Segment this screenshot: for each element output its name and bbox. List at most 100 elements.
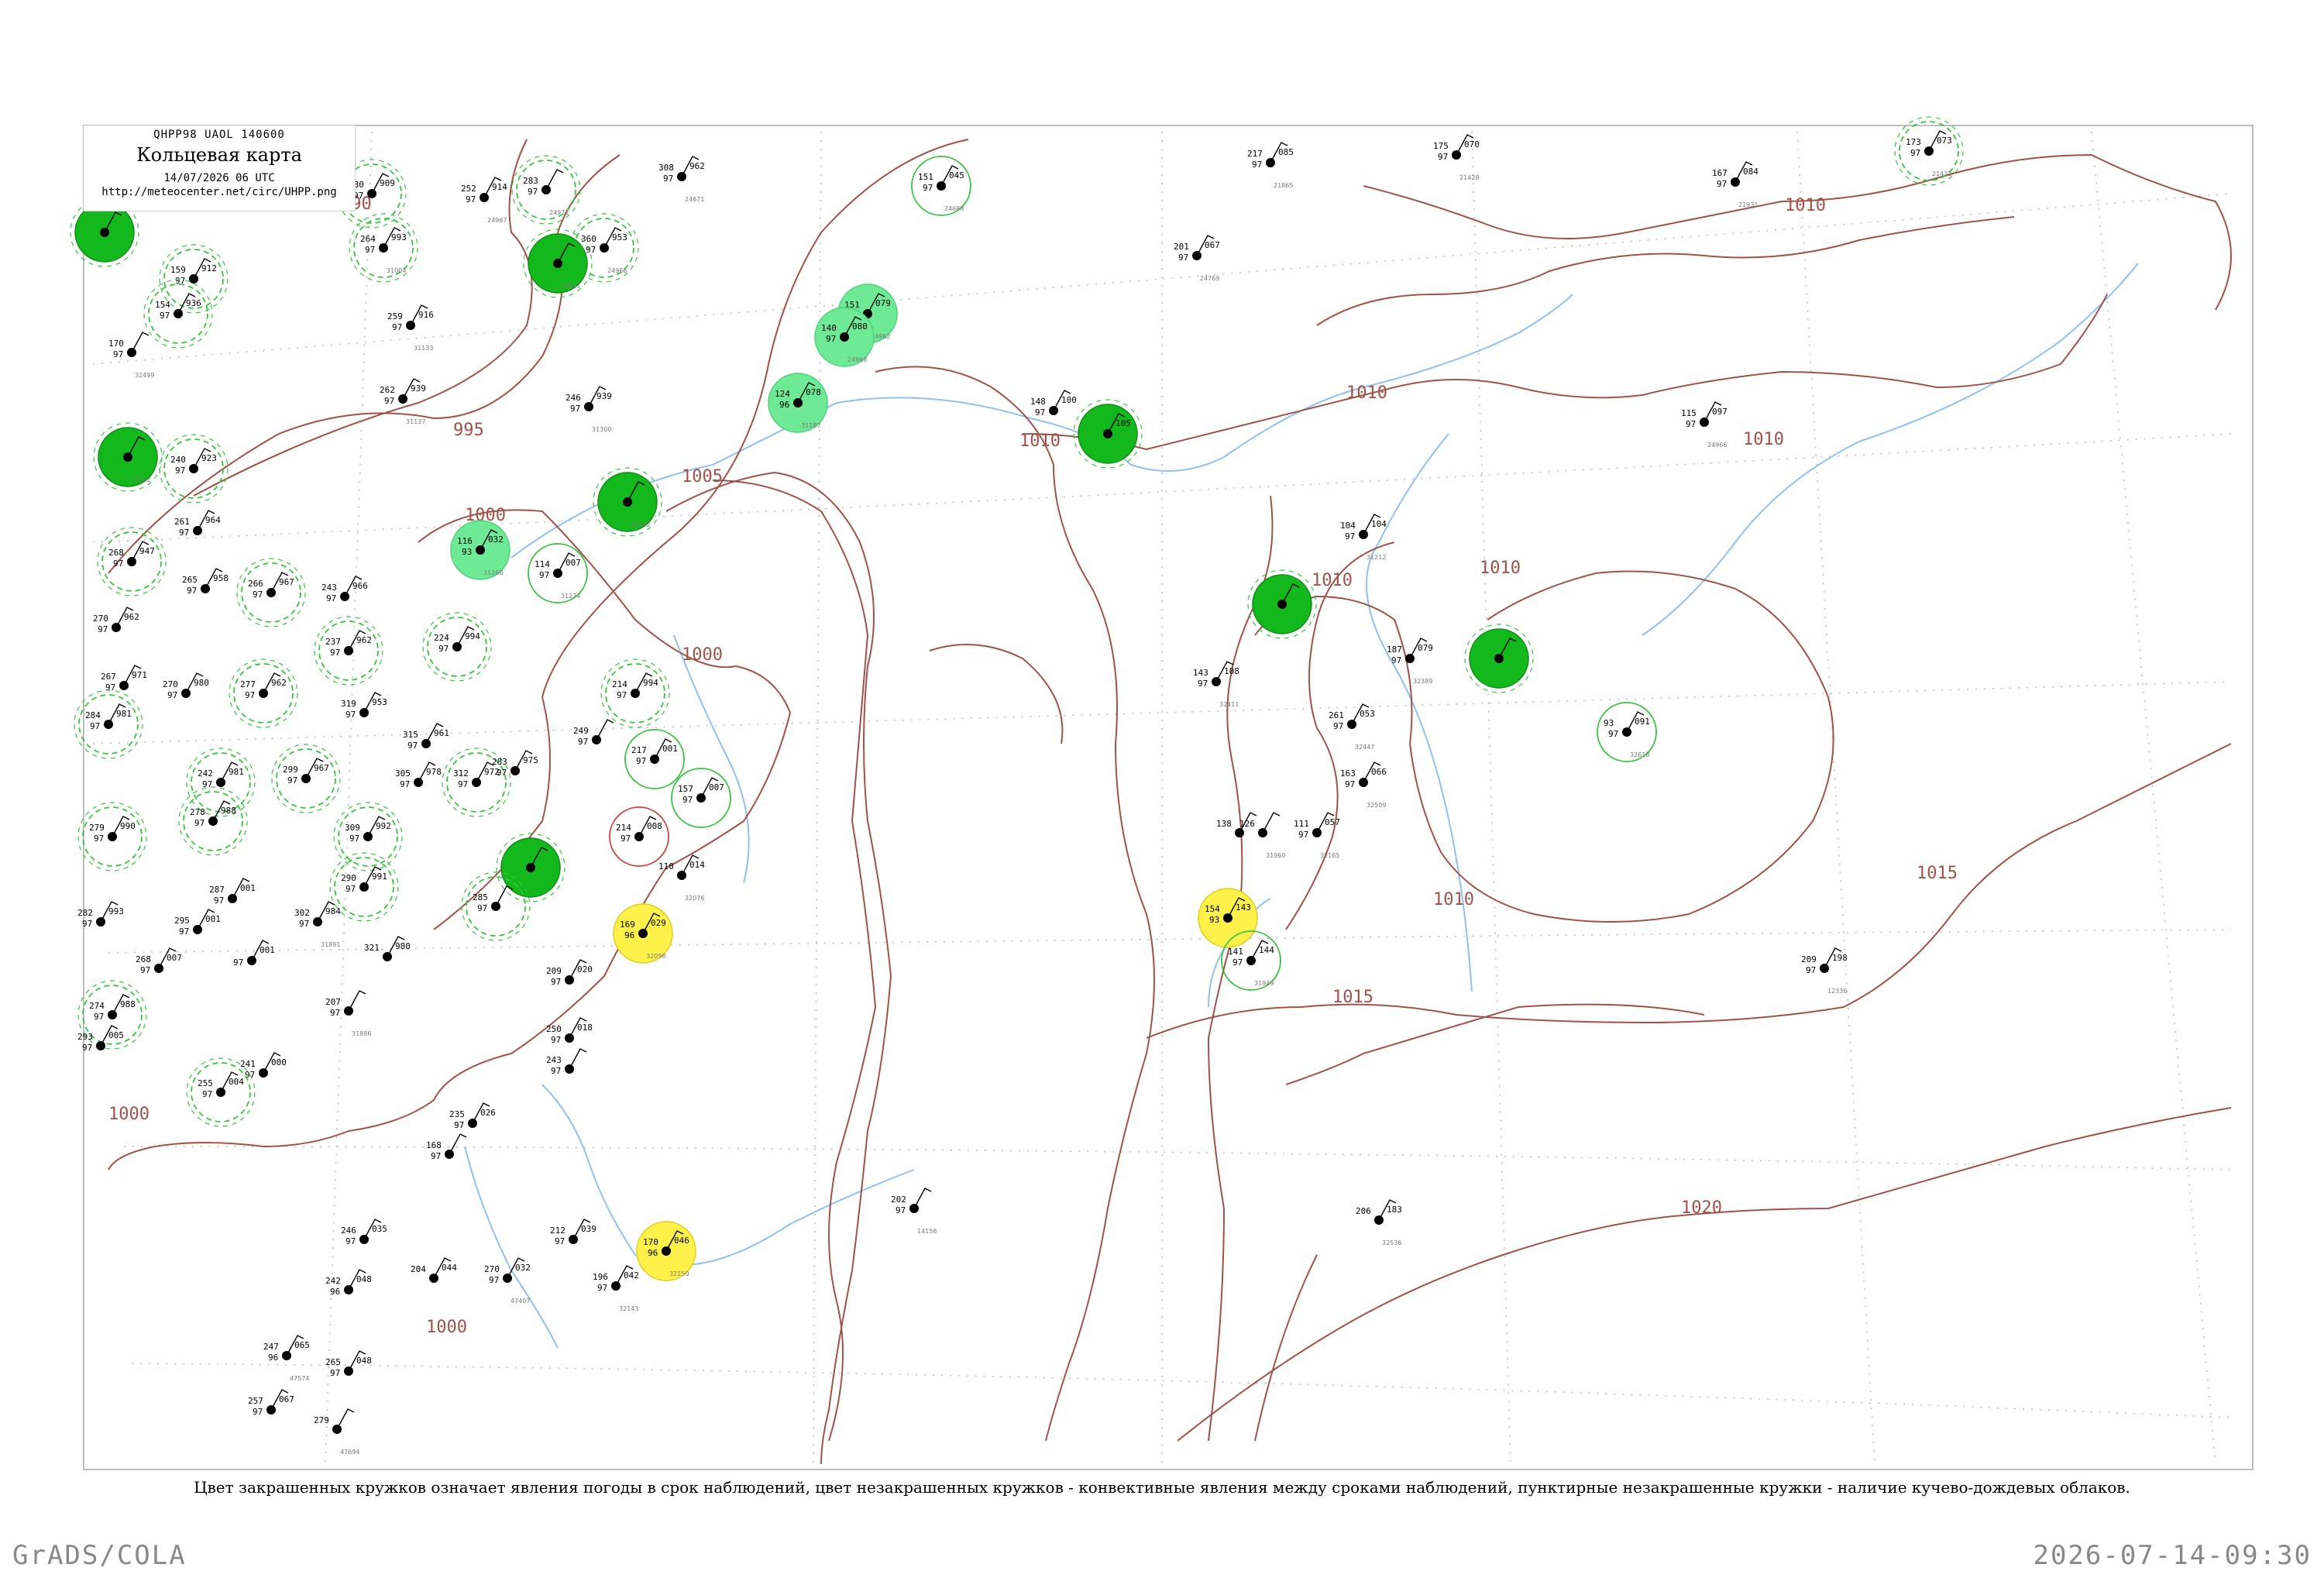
station-pressure: 001 [205, 914, 221, 924]
station-plot: 305 978 97 [395, 761, 442, 789]
station-dewpoint: 97 [167, 690, 177, 700]
isobar-labels: 995 1000 1000 1000 1000 1005 1010 1010 1… [108, 194, 1958, 1337]
station-dewpoint: 96 [648, 1248, 658, 1258]
station-index: 24671 [685, 196, 704, 203]
station-dewpoint: 97 [175, 466, 185, 476]
station-plot: 302 984 97 31891 [294, 901, 341, 948]
station-plot: 261 053 97 32447 [1329, 703, 1375, 751]
coastlines [108, 139, 2232, 1442]
station-dewpoint: 96 [779, 400, 789, 410]
station-pressure: 923 [201, 453, 217, 463]
isobar-label-1010-f: 1010 [1743, 430, 1784, 449]
station-temperature: 209 [546, 966, 562, 976]
software-label: GrADS/COLA [12, 1540, 187, 1571]
station-dewpoint: 97 [90, 721, 100, 731]
station-index: 24966 [1707, 442, 1727, 449]
map-header: QHPP98 UAOL 140600 Кольцевая карта 14/07… [84, 125, 356, 211]
station-plot: 267 971 97 [101, 665, 147, 693]
station-plot: 115 097 97 24966 [1681, 401, 1728, 449]
station-index: 31891 [321, 941, 340, 948]
station-dewpoint: 97 [578, 737, 588, 747]
station-dewpoint: 97 [82, 919, 92, 929]
map-caption: Цвет закрашенных кружков означает явлени… [194, 1478, 2130, 1497]
station-dewpoint: 97 [458, 779, 468, 789]
station-temperature: 154 [1205, 904, 1220, 914]
station-index: 31268 [483, 569, 503, 576]
station-plot: 257 067 97 [248, 1389, 294, 1417]
station-plot: 266 967 97 [236, 558, 306, 627]
station-temperature: 255 [198, 1078, 213, 1088]
station-pressure: 066 [1371, 767, 1387, 777]
station-pressure: 909 [380, 178, 395, 188]
station-pressure: 962 [356, 635, 372, 645]
station-plot: 24997 [573, 719, 614, 747]
station-plot: 217 001 97 [624, 729, 685, 789]
station-index: 32618 [1630, 751, 1649, 758]
station-plot: 315 961 97 [403, 723, 449, 751]
station-temperature: 201 [1174, 242, 1189, 252]
station-pressure: 014 [689, 860, 705, 870]
isobar-label-1010-g: 1010 [1785, 196, 1826, 215]
station-dewpoint: 97 [1391, 655, 1401, 665]
station-pressure: 035 [372, 1224, 387, 1234]
station-dewpoint: 97 [187, 586, 197, 596]
station-plot: 268 947 97 [97, 527, 167, 596]
station-index: 31133 [414, 345, 433, 352]
station-temperature: 265 [325, 1357, 341, 1367]
station-plot: 16897 [426, 1133, 467, 1161]
station-plot: 246 035 97 [341, 1219, 387, 1246]
station-temperature: 114 [535, 559, 550, 569]
station-temperature: 202 [891, 1195, 906, 1205]
station-temperature: 242 [198, 768, 213, 779]
station-plot: 173 073 97 21432 [1894, 116, 1964, 186]
station-temperature: 278 [190, 807, 205, 817]
station-index: 32509 [1367, 802, 1386, 809]
station-index: 21931 [1738, 201, 1758, 208]
station-pressure: 065 [294, 1340, 310, 1350]
station-dewpoint: 97 [346, 710, 356, 720]
station-plot: 241 00097 [240, 1052, 287, 1080]
station-dewpoint: 97 [489, 1275, 499, 1285]
station-plot: 17097 32499 [108, 332, 154, 379]
station-plot: 261 964 97 [174, 510, 221, 538]
station-pressure: 961 [434, 728, 449, 738]
station-dewpoint: 97 [94, 834, 104, 844]
station-plot: 264 993 97 31004 [349, 213, 418, 283]
station-pressure: 045 [949, 170, 964, 180]
station-pressure: 020 [577, 964, 593, 975]
station-index: 31886 [352, 1030, 371, 1037]
station-index: 31300 [592, 426, 611, 433]
isobar-label-1000-c: 1000 [108, 1105, 150, 1124]
station-pressure: 994 [643, 678, 658, 688]
station-pressure: 100 [1061, 395, 1077, 405]
station-index: 32499 [135, 372, 154, 379]
station-temperature: 302 [294, 908, 310, 918]
station-pressure: 980 [395, 941, 411, 951]
station-pressure: 048 [356, 1356, 372, 1366]
station-temperature: 243 [321, 583, 337, 593]
station-dewpoint: 97 [113, 349, 123, 359]
station-temperature: 170 [643, 1237, 658, 1247]
station-pressure: 080 [852, 321, 868, 332]
map-url[interactable]: http://meteocenter.net/circ/UHPP.png [84, 186, 355, 198]
station-dewpoint: 97 [1438, 152, 1448, 162]
station-plot: 196 042 97 32143 [593, 1265, 639, 1312]
station-plot: 214 994 97 [600, 658, 670, 728]
station-pressure: 988 [221, 806, 236, 816]
station-index: 12336 [1827, 988, 1847, 995]
station-dewpoint: 93 [1209, 915, 1219, 925]
station-plot: 28597 [461, 871, 531, 941]
station-temperature: 224 [434, 633, 449, 643]
station-temperature: 240 [170, 455, 186, 465]
station-temperature: 259 [387, 311, 403, 321]
station-temperature: 196 [593, 1272, 608, 1282]
station-pressure: 953 [612, 232, 627, 242]
station-dewpoint: 97 [617, 690, 627, 700]
station-plot: 24951 [523, 229, 593, 298]
station-dewpoint: 97 [438, 644, 449, 654]
station-dewpoint: 97 [400, 779, 410, 789]
station-index: 24968 [847, 356, 867, 363]
station-temperature: 305 [395, 768, 411, 779]
station-index: 21432 [1932, 170, 1951, 177]
station-plot: 163 066 97 32509 [1340, 761, 1387, 809]
